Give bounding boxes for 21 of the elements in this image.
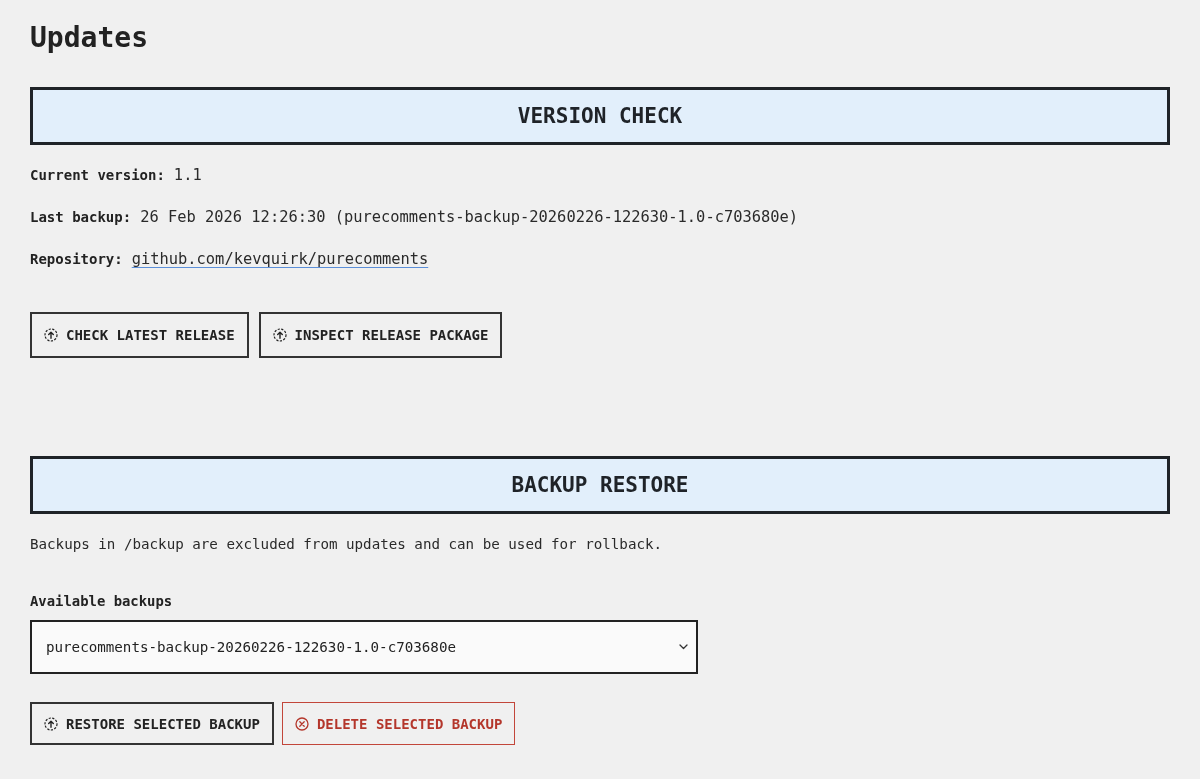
chevron-down-icon bbox=[679, 644, 688, 650]
action-button[interactable]: RESTORE SELECTED BACKUP bbox=[30, 702, 274, 745]
field-label: Repository: bbox=[30, 250, 123, 269]
repository-link[interactable]: github.com/kevquirk/purecomments bbox=[131, 249, 429, 269]
backup-select[interactable]: purecomments-backup-20260226-122630-1.0-c703680e bbox=[30, 620, 698, 674]
field-value: 1.1 bbox=[173, 165, 202, 185]
field-label: Current version: bbox=[30, 166, 165, 185]
delete-button[interactable]: DELETE SELECTED BACKUP bbox=[281, 702, 516, 745]
page-title: Updates bbox=[30, 21, 149, 55]
action-button[interactable]: INSPECT RELEASE PACKAGE bbox=[258, 312, 503, 358]
section-header: VERSION CHECK bbox=[30, 87, 1170, 145]
arrow-up-circle-icon bbox=[272, 328, 287, 342]
action-button[interactable]: CHECK LATEST RELEASE bbox=[30, 312, 249, 358]
field-label: Last backup: bbox=[30, 208, 132, 227]
arrow-up-circle-icon bbox=[44, 716, 58, 731]
description-text: Backups in /backup are excluded from updates and can be used for rollback. bbox=[30, 535, 664, 554]
arrow-up-circle-icon bbox=[44, 328, 58, 342]
select-label: Available backups bbox=[30, 592, 174, 611]
field-value: 26 Feb 2026 12:26:30 (purecomments-backup-20260226-122630-1.0-c703680e) bbox=[140, 207, 799, 227]
x-circle-icon bbox=[294, 716, 309, 731]
section-header: BACKUP RESTORE bbox=[30, 456, 1170, 514]
